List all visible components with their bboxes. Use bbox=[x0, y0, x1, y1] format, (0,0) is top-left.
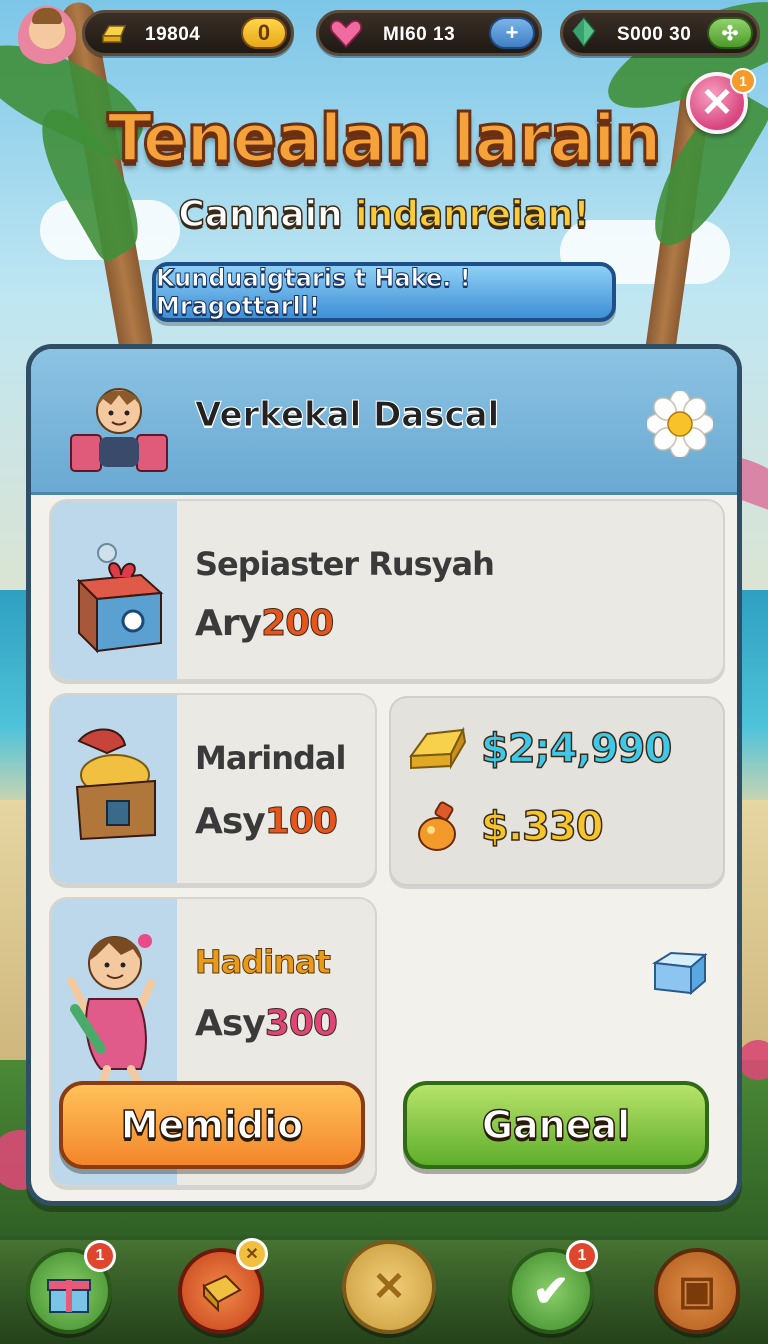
item-thumbnail bbox=[51, 501, 177, 679]
nav-badge: 1 bbox=[566, 1240, 598, 1272]
nav-crate-button[interactable]: ▣ bbox=[654, 1248, 740, 1334]
item-thumbnail bbox=[51, 695, 177, 883]
item-price: Asy300 bbox=[195, 1003, 338, 1045]
price-amount: 300 bbox=[264, 1003, 338, 1045]
hammer-box-icon bbox=[202, 1274, 242, 1313]
character-avatar-icon bbox=[70, 388, 168, 472]
heart-icon bbox=[330, 20, 362, 48]
currency-value: $.330 bbox=[480, 803, 604, 851]
coin-icon: ✕ bbox=[372, 1265, 406, 1309]
item-name: Marindal bbox=[195, 739, 346, 777]
nav-coin-button[interactable]: ✕ bbox=[342, 1240, 436, 1334]
subtitle-part-1: Cannain bbox=[178, 193, 356, 236]
item-price: Asy100 bbox=[195, 801, 338, 843]
ribbon-badge-icon: ✕ bbox=[236, 1238, 268, 1270]
gold-bar-icon bbox=[101, 25, 127, 43]
hearts-add-button[interactable]: + bbox=[489, 17, 535, 49]
hearts-value: MI60 13 bbox=[383, 24, 456, 45]
checkmark-icon: ✔ bbox=[532, 1266, 570, 1316]
page-title: Tenealan larain bbox=[106, 99, 663, 179]
treasure-chest-icon bbox=[75, 728, 156, 841]
gold-counter: 19804 0 bbox=[82, 10, 294, 56]
nav-badge: 1 bbox=[84, 1240, 116, 1272]
info-banner: Kunduaigtaris t Hake. ! Mragottarll! bbox=[152, 262, 616, 322]
price-prefix: Asy bbox=[195, 1003, 266, 1044]
gold-add-button[interactable]: 0 bbox=[241, 17, 287, 49]
primary-action-button[interactable]: Memidio bbox=[59, 1081, 365, 1169]
item-name: Hadinat bbox=[195, 943, 332, 982]
daisy-flower-icon[interactable] bbox=[647, 391, 713, 457]
gift-icon bbox=[47, 1279, 91, 1313]
price-prefix: Asy bbox=[195, 801, 266, 842]
item-name: Sepiaster Rusyah bbox=[195, 545, 495, 583]
price-prefix: Ary bbox=[195, 603, 262, 644]
notification-badge: 1 bbox=[730, 68, 756, 94]
gems-add-button[interactable]: ✣ bbox=[707, 17, 753, 49]
price-amount: 200 bbox=[261, 603, 335, 645]
secondary-action-button[interactable]: Ganeal bbox=[403, 1081, 709, 1169]
crate-icon: ▣ bbox=[678, 1269, 716, 1313]
gem-icon bbox=[572, 16, 596, 48]
player-avatar[interactable] bbox=[18, 6, 76, 68]
currency-summary-card: $2;4,990 $.330 bbox=[389, 696, 725, 886]
page-subtitle: Cannain indanreian! bbox=[0, 193, 768, 236]
gems-value: S000 30 bbox=[617, 24, 692, 45]
potion-flask-icon bbox=[418, 801, 456, 851]
item-price: Ary200 bbox=[195, 603, 335, 645]
resource-bar: 19804 0 MI60 13 + S000 30 ✣ bbox=[0, 6, 768, 68]
bottom-navigation: 1 ✕ ✕ ✔ 1 ▣ bbox=[0, 1236, 768, 1344]
currency-value: $2;4,990 bbox=[480, 725, 673, 773]
price-amount: 100 bbox=[264, 801, 338, 843]
ice-cube-icon bbox=[652, 951, 708, 996]
gold-value: 19804 bbox=[145, 24, 201, 45]
shop-panel: Verkekal Dascal Sepiaster Rusyah Ary200 … bbox=[26, 344, 742, 1206]
subtitle-part-2: indanreian! bbox=[354, 193, 590, 236]
gold-bar-icon bbox=[408, 726, 467, 770]
hearts-counter: MI60 13 + bbox=[316, 10, 542, 56]
shop-item-card[interactable]: Sepiaster Rusyah Ary200 bbox=[49, 499, 725, 681]
currency-row: $.330 bbox=[407, 798, 717, 858]
shop-item-card[interactable]: Marindal Asy100 bbox=[49, 693, 377, 885]
gems-counter: S000 30 ✣ bbox=[560, 10, 760, 56]
currency-row: $2;4,990 bbox=[407, 720, 717, 780]
gift-box-icon bbox=[76, 543, 164, 654]
panel-header: Verkekal Dascal bbox=[31, 349, 737, 495]
panel-title: Verkekal Dascal bbox=[194, 395, 500, 436]
